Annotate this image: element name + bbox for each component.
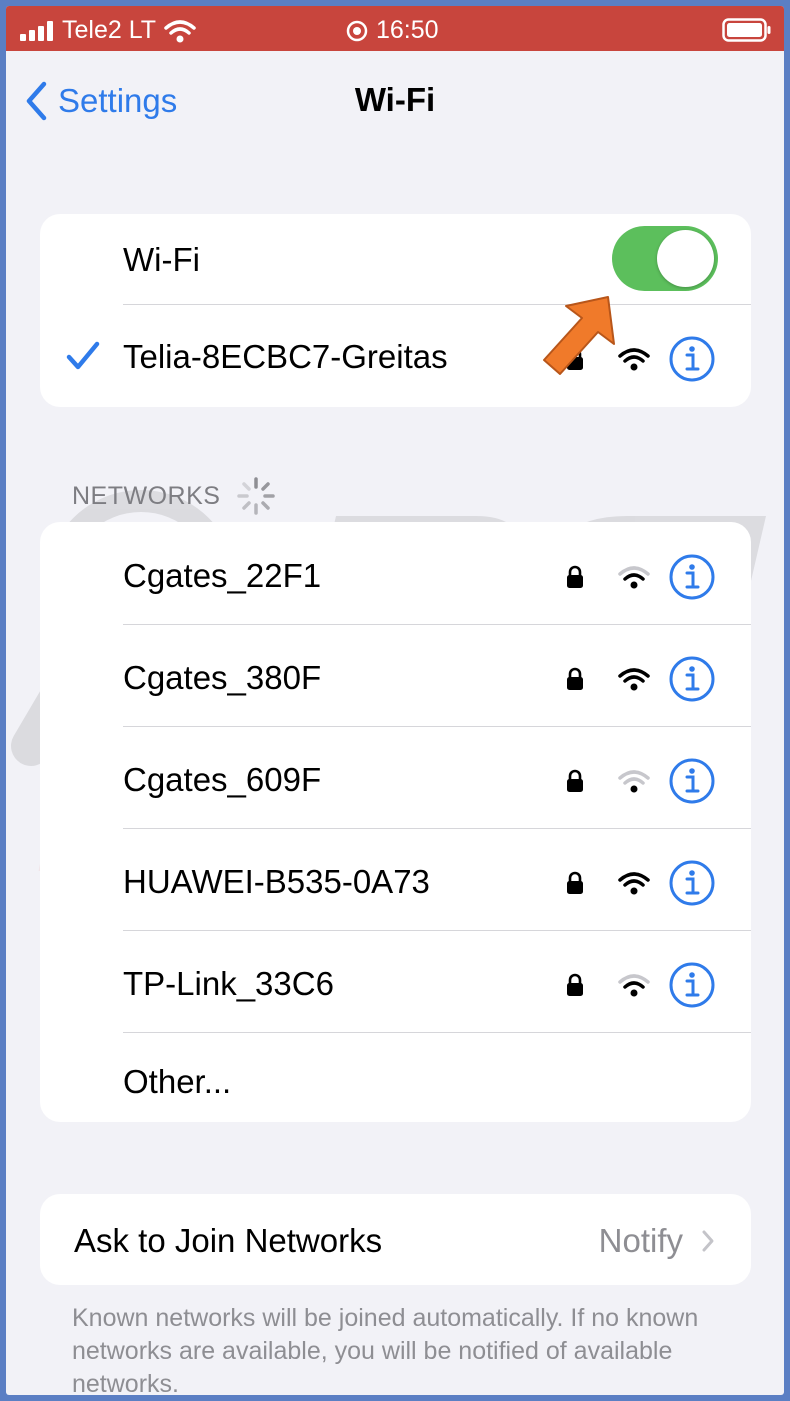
ask-to-join-footnote: Known networks will be joined automatica… — [72, 1304, 699, 1395]
network-name: TP-Link_33C6 — [123, 965, 334, 1002]
cellular-signal-icon — [20, 20, 53, 41]
status-right — [722, 18, 772, 49]
wifi-signal-low-icon — [618, 770, 650, 793]
ask-to-join-card[interactable]: Ask to Join Networks Notify — [40, 1194, 751, 1285]
carrier-name: Tele2 LT — [62, 16, 157, 44]
info-icon[interactable] — [668, 655, 716, 703]
chevron-right-icon — [702, 1230, 714, 1252]
network-name: Cgates_380F — [123, 659, 322, 696]
toggle-knob — [657, 230, 714, 287]
network-name: Cgates_609F — [123, 761, 322, 798]
info-icon[interactable] — [668, 757, 716, 805]
wifi-status-icon — [164, 19, 196, 42]
wifi-signal-full-icon — [618, 872, 650, 895]
wifi-signal-medium-icon — [618, 974, 650, 997]
network-name: Cgates_22F1 — [123, 557, 322, 594]
lock-icon — [567, 871, 583, 894]
wifi-toggle-card: Wi-Fi Telia-8ECBC7-Greitas — [40, 214, 751, 407]
wifi-toggle-row: Wi-Fi — [40, 214, 751, 304]
other-network-row[interactable]: Other... — [40, 1033, 751, 1122]
lock-icon — [567, 565, 583, 588]
network-row[interactable]: Cgates_609F — [40, 727, 751, 828]
info-icon[interactable] — [668, 553, 716, 601]
network-name: HUAWEI-B535-0A73 — [123, 863, 430, 900]
connected-network-row[interactable]: Telia-8ECBC7-Greitas — [40, 305, 751, 407]
wifi-signal-medium-icon — [618, 566, 650, 589]
ask-to-join-label: Ask to Join Networks — [74, 1222, 383, 1259]
other-network-label: Other... — [123, 1063, 232, 1100]
network-row[interactable]: TP-Link_33C6 — [40, 931, 751, 1032]
networks-header-label: NETWORKS — [72, 481, 221, 510]
connected-network-name: Telia-8ECBC7-Greitas — [123, 338, 448, 375]
checkmark-icon — [66, 341, 100, 370]
annotation-arrow — [543, 296, 615, 375]
ask-to-join-value: Notify — [599, 1222, 715, 1260]
status-left: Tele2 LT — [20, 16, 196, 45]
networks-card: Cgates_22F1 Cgates_380F Cgates_609F HUAW… — [40, 522, 751, 1122]
info-icon[interactable] — [668, 961, 716, 1009]
wifi-settings-screen: Tele2 LT 16:50 Settings Wi-Fi Wi-Fi Teli… — [6, 6, 784, 1395]
loading-spinner-icon — [237, 477, 276, 515]
status-center: 16:50 — [346, 16, 439, 45]
status-time: 16:50 — [376, 16, 439, 44]
wifi-signal-full-icon — [618, 668, 650, 691]
status-bar: Tele2 LT 16:50 — [6, 6, 784, 51]
wifi-toggle-label: Wi-Fi — [123, 241, 200, 278]
location-lock-icon — [346, 20, 368, 41]
battery-icon — [722, 18, 771, 42]
network-row[interactable]: Cgates_22F1 — [40, 522, 751, 624]
page-title: Wi-Fi — [354, 81, 436, 118]
wifi-toggle-switch[interactable] — [612, 226, 718, 291]
lock-icon — [567, 973, 583, 996]
info-icon[interactable] — [668, 335, 716, 383]
lock-icon — [567, 769, 583, 792]
lock-icon — [567, 667, 583, 690]
networks-section-header: NETWORKS — [72, 476, 276, 516]
ask-to-join-setting: Notify — [598, 1222, 683, 1259]
info-icon[interactable] — [668, 859, 716, 907]
navigation-bar: Settings Wi-Fi — [6, 51, 784, 147]
network-row[interactable]: Cgates_380F — [40, 625, 751, 726]
network-row[interactable]: HUAWEI-B535-0A73 — [40, 829, 751, 930]
